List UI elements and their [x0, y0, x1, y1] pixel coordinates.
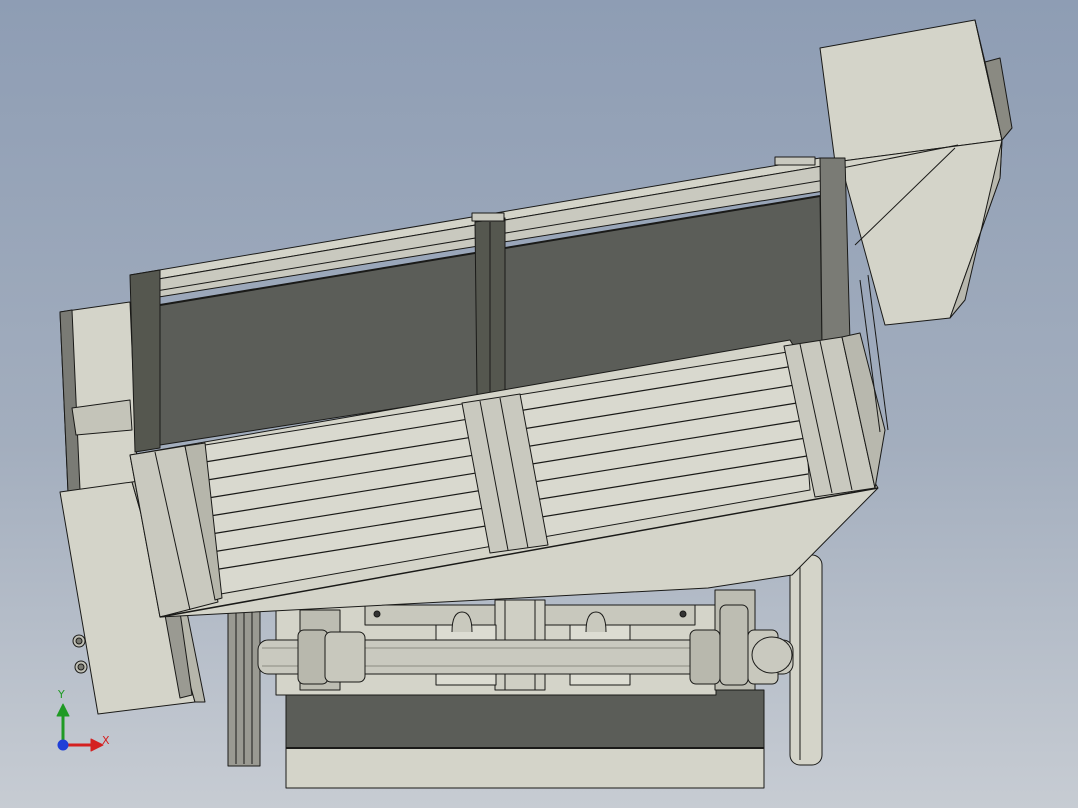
cad-model-drawing[interactable] [0, 0, 1078, 808]
feed-hopper [819, 19, 1013, 326]
x-axis-label: X [102, 734, 110, 747]
y-axis-label: Y [58, 688, 65, 701]
right-wheel [789, 554, 823, 766]
base-block [285, 689, 765, 789]
cad-viewport[interactable]: X Y [0, 0, 1078, 808]
belt-pulley [227, 589, 261, 767]
coordinate-triad [56, 703, 104, 752]
